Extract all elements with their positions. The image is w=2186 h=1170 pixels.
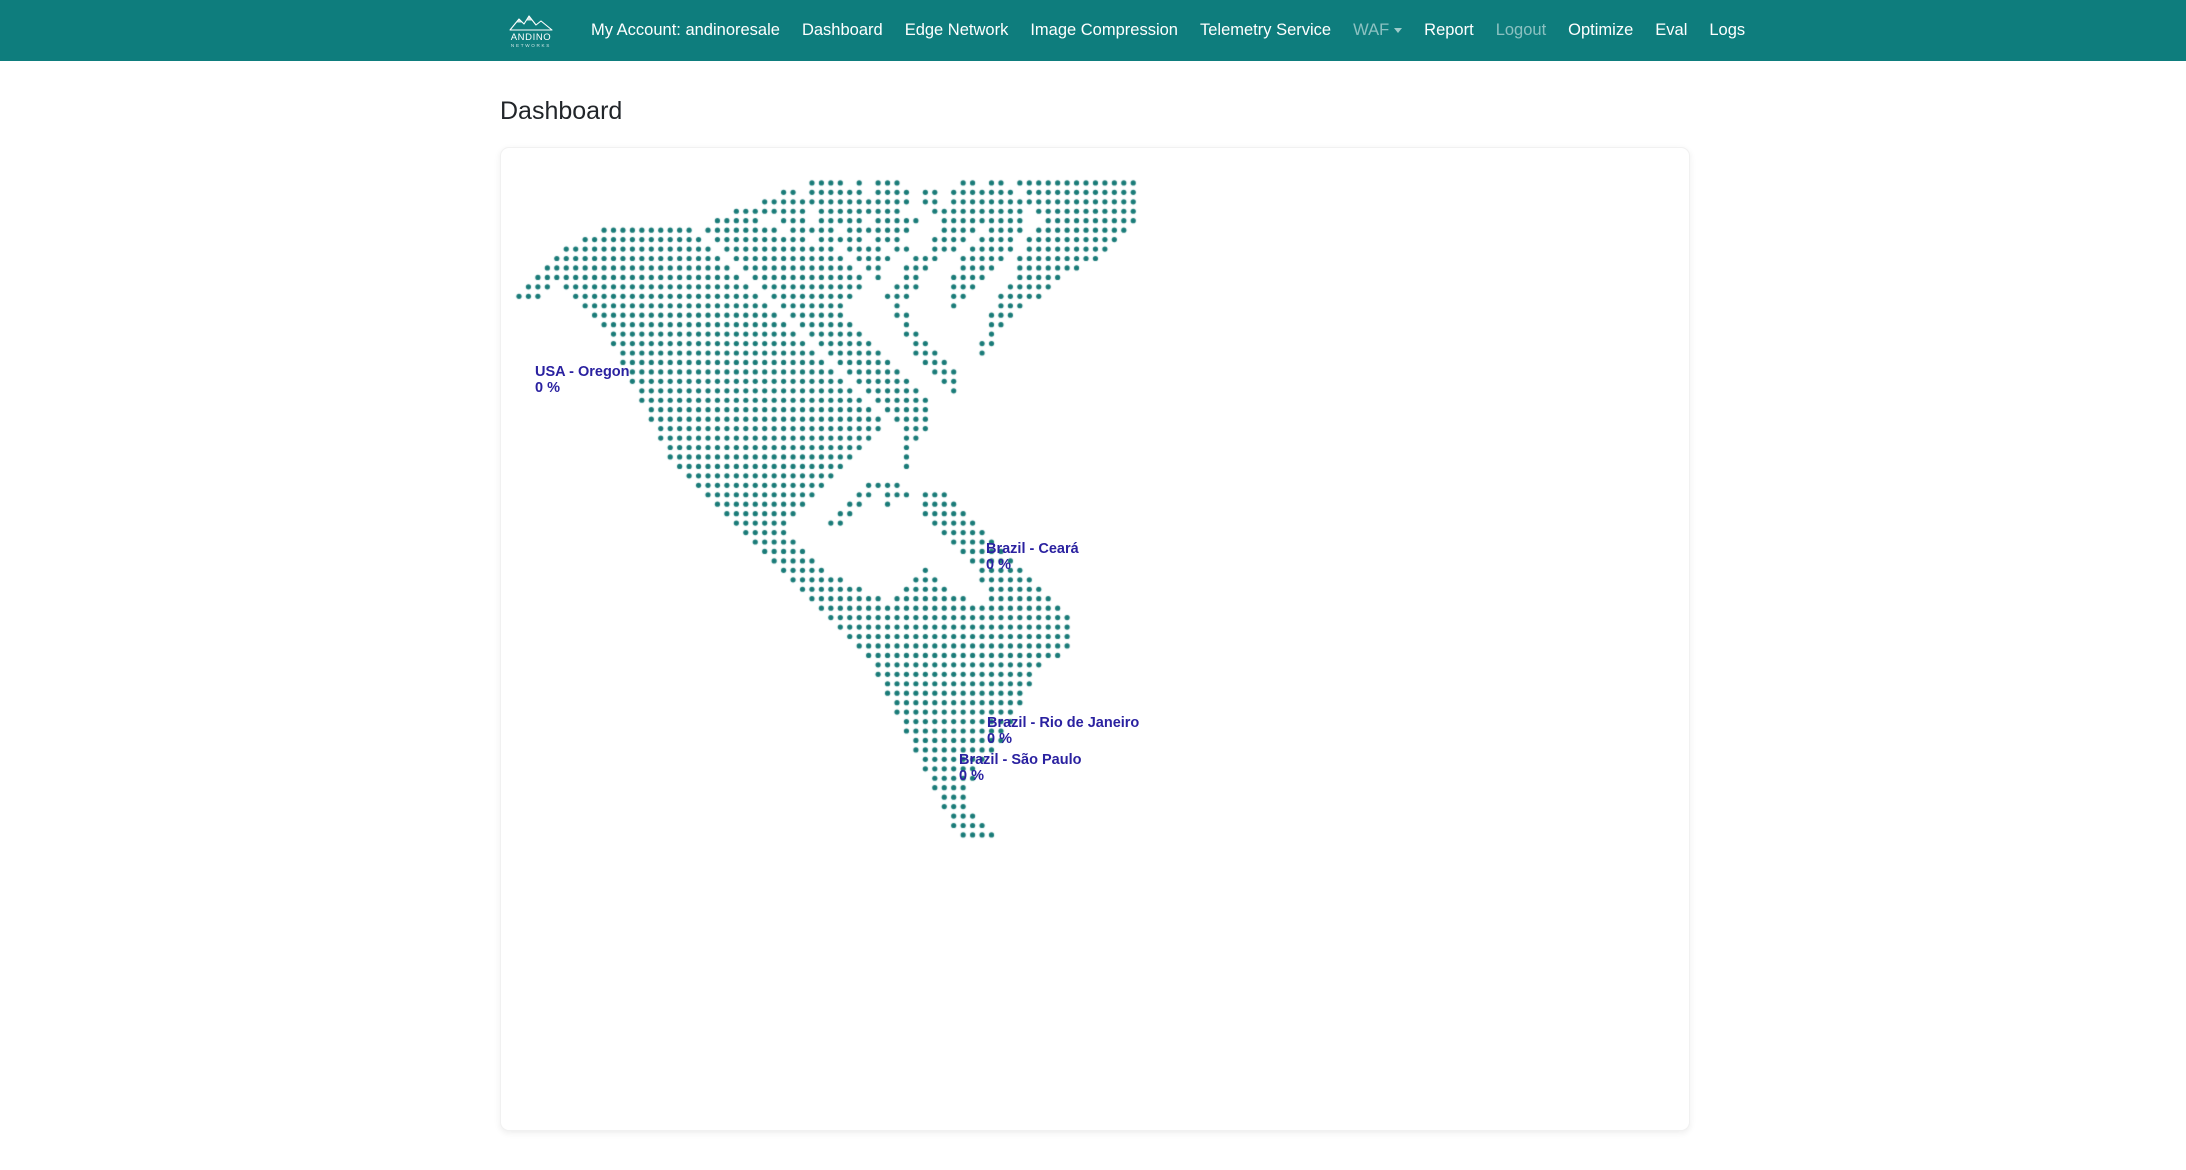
map-label-brazil-sao-paulo: Brazil - São Paulo 0 % xyxy=(959,752,1082,785)
map-label-title: Brazil - Rio de Janeiro xyxy=(987,715,1140,731)
nav-link-label: Eval xyxy=(1655,21,1688,40)
nav-link-label: WAF xyxy=(1353,21,1390,40)
brand-subword: NETWORKS xyxy=(510,43,552,49)
nav-image-compression[interactable]: Image Compression xyxy=(1019,14,1189,47)
map-label-title: Brazil - São Paulo xyxy=(959,752,1082,768)
map-label-brazil-ceara: Brazil - Ceará 0 % xyxy=(986,541,1079,574)
dotted-map-canvas xyxy=(501,148,1689,1130)
map-label-percent: 0 % xyxy=(987,730,1012,747)
nav-link-label: My Account: andinoresale xyxy=(591,21,780,40)
nav-telemetry-service[interactable]: Telemetry Service xyxy=(1189,14,1342,47)
nav-report[interactable]: Report xyxy=(1413,14,1485,47)
nav-logs[interactable]: Logs xyxy=(1698,14,1756,47)
chevron-down-icon xyxy=(1394,28,1403,33)
nav-logout[interactable]: Logout xyxy=(1485,14,1557,47)
page-title: Dashboard xyxy=(500,97,623,125)
nav-waf[interactable]: WAF xyxy=(1342,14,1413,47)
map-label-percent: 0 % xyxy=(959,767,984,784)
map-label-title: Brazil - Ceará xyxy=(986,541,1079,557)
nav-my-account[interactable]: My Account: andinoresale xyxy=(580,14,791,47)
map-label-title: USA - Oregon xyxy=(535,364,630,380)
nav-link-label: Report xyxy=(1424,21,1474,40)
map-label-percent: 0 % xyxy=(535,379,560,396)
world-map-card: USA - Oregon 0 % Brazil - Ceará 0 % Brazil -… xyxy=(500,147,1690,1131)
nav-eval[interactable]: Eval xyxy=(1644,14,1698,47)
nav-link-label: Edge Network xyxy=(904,21,1009,40)
map-label-brazil-rio: Brazil - Rio de Janeiro 0 % xyxy=(987,715,1140,748)
brand-word: ANDINO xyxy=(510,31,552,43)
nav-link-label: Logout xyxy=(1495,21,1547,40)
mountain-icon xyxy=(509,15,553,31)
page-body: Dashboard USA - Oregon 0 % Brazil - Ceará 0… xyxy=(0,96,2186,1131)
nav-dashboard[interactable]: Dashboard xyxy=(791,14,894,47)
nav-link-label: Telemetry Service xyxy=(1199,21,1332,40)
map-label-usa-oregon: USA - Oregon 0 % xyxy=(535,364,630,397)
nav-links: My Account: andinoresale Dashboard Edge Ne… xyxy=(580,14,1756,47)
map-label-percent: 0 % xyxy=(986,556,1011,573)
nav-optimize[interactable]: Optimize xyxy=(1557,14,1644,47)
nav-link-label: Image Compression xyxy=(1030,21,1178,40)
andino-networks-logo[interactable]: ANDINO NETWORKS xyxy=(500,12,562,49)
top-navbar: ANDINO NETWORKS My Account: andinoresale… xyxy=(0,0,2186,61)
nav-link-label: Optimize xyxy=(1568,21,1634,40)
nav-link-label: Dashboard xyxy=(801,21,883,40)
nav-edge-network[interactable]: Edge Network xyxy=(894,14,1020,47)
nav-link-label: Logs xyxy=(1709,21,1746,40)
